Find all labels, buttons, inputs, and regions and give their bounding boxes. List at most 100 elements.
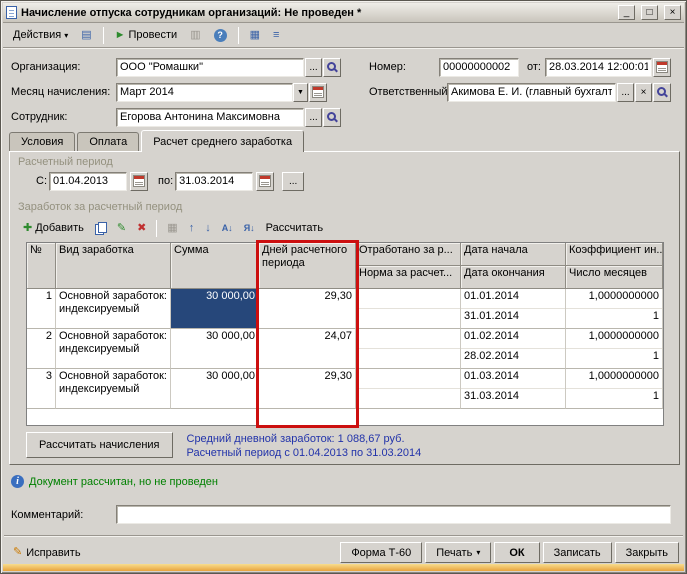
actions-button[interactable]: Действия ▾ xyxy=(7,25,74,45)
cell-coef-months[interactable]: 1,00000000001 xyxy=(566,369,663,409)
show-movements-button[interactable]: ▥ xyxy=(184,25,206,45)
tab-panel: Расчетный период С: по: ... Заработок за… xyxy=(9,151,680,465)
cell-sum[interactable]: 30 000,00 xyxy=(171,329,259,369)
cell-coef-months[interactable]: 1,00000000001 xyxy=(566,329,663,369)
magnifier-icon xyxy=(656,86,668,98)
employee-input[interactable] xyxy=(116,108,304,127)
fix-button[interactable]: ✎ Исправить xyxy=(8,542,86,563)
main-toolbar: Действия ▾ ▤ ► Провести ▥ ? ▦ ≡ xyxy=(3,23,684,48)
date-input[interactable] xyxy=(545,58,652,77)
cell-kind[interactable]: Основной заработок: индексируемый xyxy=(56,369,171,409)
organization-input[interactable] xyxy=(116,58,304,77)
cell-coef-months[interactable]: 1,00000000001 xyxy=(566,289,663,329)
cell-dates[interactable]: 01.01.201431.01.2014 xyxy=(461,289,566,329)
cell-kind[interactable]: Основной заработок: индексируемый xyxy=(56,289,171,329)
move-up-button[interactable]: ↑ xyxy=(184,219,200,238)
cell-num[interactable]: 2 xyxy=(27,329,56,369)
cell-kind[interactable]: Основной заработок: индексируемый xyxy=(56,329,171,369)
list-icon: ≡ xyxy=(273,30,279,41)
cell-sum-selected[interactable]: 30 000,00 xyxy=(171,289,259,329)
period-to-input[interactable] xyxy=(175,172,253,191)
header-coef-months: Коэффициент ин... Число месяцев xyxy=(566,243,663,289)
form-t60-button[interactable]: Форма Т-60 xyxy=(340,542,422,563)
employee-select-button[interactable]: ... xyxy=(305,108,322,127)
number-input[interactable] xyxy=(439,58,519,77)
delete-row-button[interactable]: ✖ xyxy=(132,219,151,238)
sort-desc-icon: Я↓ xyxy=(244,223,255,233)
reread-button[interactable]: ▤ xyxy=(75,25,97,45)
earnings-group-label: Заработок за расчетный период xyxy=(18,201,182,213)
close-button[interactable]: × xyxy=(664,5,681,20)
sort-asc-button[interactable]: А↓ xyxy=(217,219,238,238)
fill-button[interactable]: ▦ xyxy=(162,219,182,238)
move-down-button[interactable]: ↓ xyxy=(200,219,216,238)
sort-desc-button[interactable]: Я↓ xyxy=(239,219,260,238)
organization-select-button[interactable]: ... xyxy=(305,58,322,77)
cell-worked-norm[interactable] xyxy=(356,289,461,329)
organization-row: Организация: ... xyxy=(11,57,341,77)
calculate-accruals-button[interactable]: Рассчитать начисления xyxy=(26,432,173,458)
cell-days[interactable]: 29,30 xyxy=(259,289,356,329)
add-icon: ✚ xyxy=(23,223,32,234)
post-document-button[interactable]: ► Провести xyxy=(109,25,184,45)
minimize-button[interactable]: _ xyxy=(618,5,635,20)
organization-find-button[interactable] xyxy=(323,58,341,77)
footer-bar: ✎ Исправить Форма Т-60 Печать ▾ ОК Запис… xyxy=(3,540,684,565)
period-from-input[interactable] xyxy=(49,172,127,191)
responsible-select-button[interactable]: ... xyxy=(617,83,634,102)
help-button[interactable]: ? xyxy=(208,25,233,45)
save-button[interactable]: Записать xyxy=(543,542,612,563)
month-input[interactable] xyxy=(116,83,293,102)
comment-input[interactable] xyxy=(116,505,671,524)
date-label: от: xyxy=(527,61,541,73)
employee-find-button[interactable] xyxy=(323,108,341,127)
cell-worked-norm[interactable] xyxy=(356,369,461,409)
copy-row-button[interactable] xyxy=(90,219,111,238)
status-row: i Документ рассчитан, но не проведен xyxy=(11,475,218,488)
close-window-button[interactable]: Закрыть xyxy=(615,542,679,563)
calculate-table-button[interactable]: Рассчитать xyxy=(261,219,328,238)
add-row-button[interactable]: ✚ Добавить xyxy=(18,219,89,238)
footer-divider xyxy=(4,535,683,537)
cell-days[interactable]: 24,07 xyxy=(259,329,356,369)
date-calendar-button[interactable] xyxy=(653,58,671,77)
cell-num[interactable]: 3 xyxy=(27,369,56,409)
responsible-input[interactable] xyxy=(447,83,616,102)
titlebar: Начисление отпуска сотрудникам организац… xyxy=(3,3,684,23)
table-empty-area[interactable] xyxy=(27,409,663,425)
tab-conditions[interactable]: Условия xyxy=(9,132,75,151)
header-date-end: Дата окончания xyxy=(461,266,565,288)
list-settings-button[interactable]: ≡ xyxy=(267,25,285,45)
period-from-calendar-button[interactable] xyxy=(130,172,148,191)
month-calendar-button[interactable] xyxy=(309,83,327,102)
month-dropdown-button[interactable]: ▼ xyxy=(293,83,308,102)
table-row: 2 Основной заработок: индексируемый 30 0… xyxy=(27,329,663,369)
period-select-button[interactable]: ... xyxy=(282,172,304,191)
responsible-find-button[interactable] xyxy=(653,83,671,102)
earnings-table: № Вид заработка Сумма Дней расчетного пе… xyxy=(26,242,664,426)
summary-text: Средний дневной заработок: 1 088,67 руб.… xyxy=(187,432,422,460)
window-system-icon[interactable] xyxy=(6,6,17,19)
tab-average-earnings[interactable]: Расчет среднего заработка xyxy=(141,130,304,152)
edit-row-button[interactable]: ✎ xyxy=(112,219,131,238)
period-to-label: по: xyxy=(158,175,173,187)
tab-payment[interactable]: Оплата xyxy=(77,132,139,151)
print-button[interactable]: Печать ▾ xyxy=(425,542,491,563)
maximize-button[interactable]: □ xyxy=(641,5,658,20)
cell-days[interactable]: 29,30 xyxy=(259,369,356,409)
responsible-clear-button[interactable]: × xyxy=(635,83,652,102)
arrow-down-icon: ↓ xyxy=(205,223,211,234)
window-bottom-edge xyxy=(3,564,684,571)
cell-dates[interactable]: 01.03.201431.03.2014 xyxy=(461,369,566,409)
period-to-calendar-button[interactable] xyxy=(256,172,274,191)
header-worked-norm: Отработано за р... Норма за расчет... xyxy=(356,243,461,289)
cell-dates[interactable]: 01.02.201428.02.2014 xyxy=(461,329,566,369)
ok-button[interactable]: ОК xyxy=(494,542,539,563)
cell-num[interactable]: 1 xyxy=(27,289,56,329)
header-coef: Коэффициент ин... xyxy=(566,243,662,266)
structure-icon: ▦ xyxy=(250,30,260,41)
structure-button[interactable]: ▦ xyxy=(244,25,266,45)
cell-worked-norm[interactable] xyxy=(356,329,461,369)
month-row: Месяц начисления: ▼ xyxy=(11,82,327,102)
cell-sum[interactable]: 30 000,00 xyxy=(171,369,259,409)
